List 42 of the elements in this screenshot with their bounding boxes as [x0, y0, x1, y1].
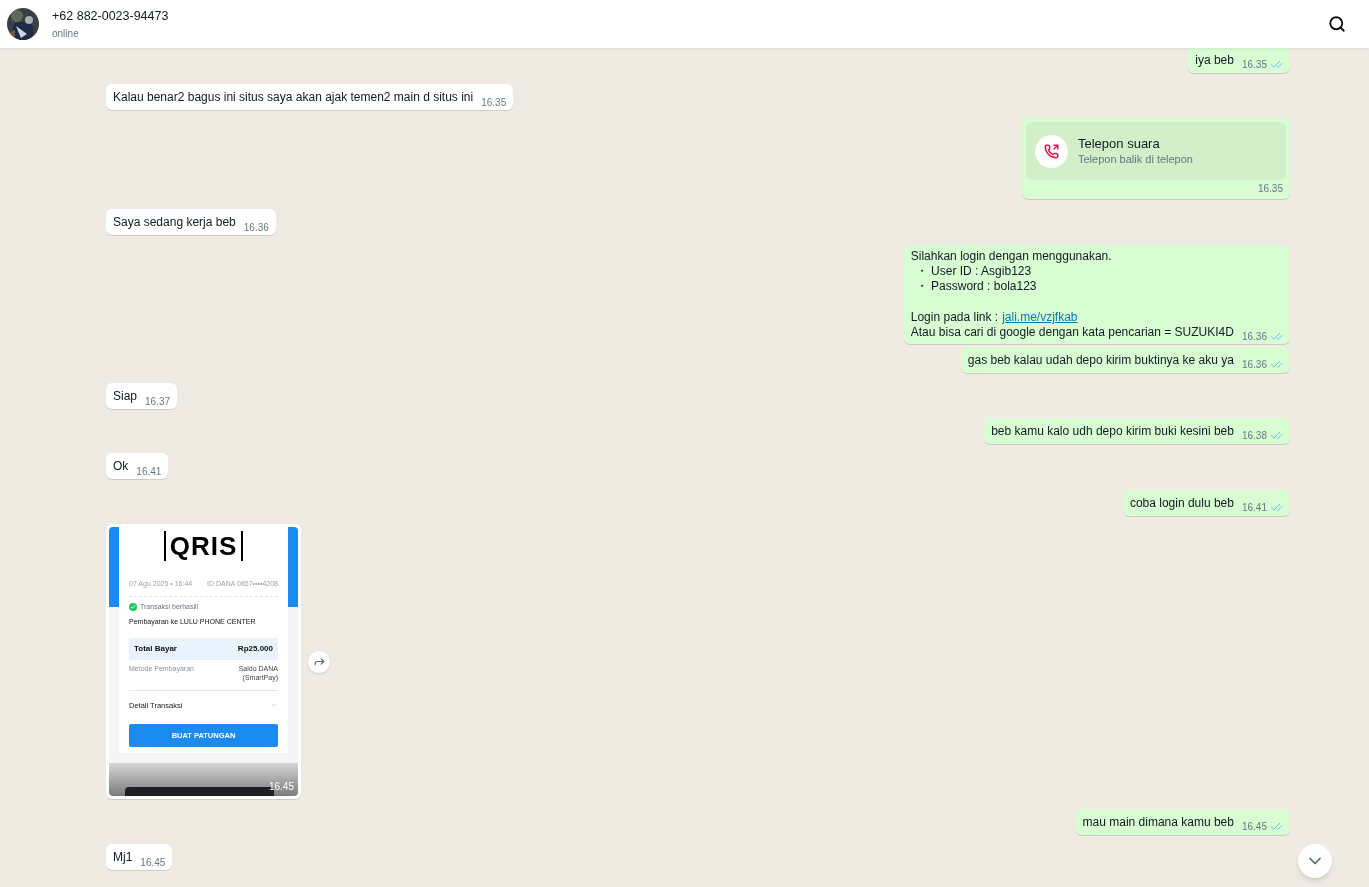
message-time: 16.45	[140, 858, 166, 868]
message-text: Ok	[113, 458, 129, 474]
message-text: beb kamu kalo udh depo kirim buki kesini beb	[991, 423, 1234, 439]
message-time: 16.36	[243, 223, 269, 233]
message-time: 16.41	[1241, 502, 1267, 513]
call-subtitle: Telepon balik di telepon	[1078, 152, 1193, 167]
forward-icon	[312, 655, 326, 668]
message-text: mau main dimana kamu beb	[1082, 814, 1234, 830]
qris-logo: QRIS	[163, 531, 244, 561]
list-item: ・ User ID : Asgib123	[915, 264, 1032, 279]
search-icon	[1328, 15, 1346, 33]
message-text: Atau bisa cari di google dengan kata pencarian = SUZUKI4D	[910, 325, 1234, 340]
total-amount: Rp25.000	[237, 642, 273, 655]
message-time: 16.35	[481, 98, 507, 108]
message-time: 16.37	[145, 397, 171, 407]
message-time: 16.41	[136, 467, 162, 477]
message-text: Saya sedang kerja beb	[113, 214, 236, 230]
total-label: Total Bayar	[134, 642, 177, 655]
call-title: Telepon suara	[1078, 135, 1161, 152]
message-time: 16.38	[1241, 430, 1267, 441]
message-text: gas beb kalau udah depo kirim buktinya ke aku ya	[967, 352, 1234, 368]
message-text: Siap	[113, 388, 138, 404]
message-time: 16.35	[1241, 59, 1267, 70]
message-text: Login pada link :	[910, 310, 999, 325]
message-time: 16.36	[1241, 331, 1267, 342]
forward-button[interactable]	[308, 650, 330, 673]
message-text: Mj1	[113, 849, 133, 865]
message-time: 16.45	[268, 780, 294, 794]
contact-name: +62 882-0023-94473	[52, 7, 169, 24]
message-time: 16.35	[1257, 183, 1283, 195]
message-text: coba login dulu beb	[1129, 495, 1234, 511]
message-text: Silahkan login dengan menggunakan.	[910, 249, 1113, 264]
contact-status: online	[52, 26, 80, 41]
message-text: Kalau benar2 bagus ini situs saya akan ajak temen2 main d situs ini	[113, 89, 474, 105]
call-card[interactable]: Telepon suara Telepon balik di telepon	[1026, 122, 1286, 180]
phone-icon	[1044, 143, 1059, 159]
message-time: 16.45	[1241, 821, 1267, 832]
link[interactable]: jali.me/vzjfkab	[1002, 310, 1078, 325]
message-time: 16.36	[1241, 359, 1267, 370]
success-check-icon	[129, 602, 137, 611]
list-item: ・ Password : bola123	[915, 279, 1037, 294]
message-text: iya beb	[1195, 52, 1234, 68]
